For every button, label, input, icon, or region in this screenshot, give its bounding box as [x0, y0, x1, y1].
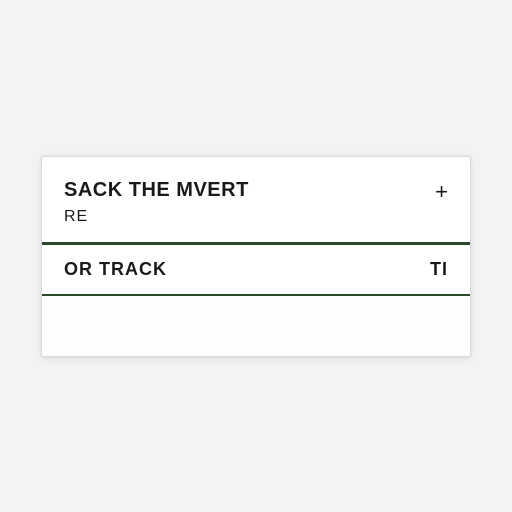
- header-title-line2: RE: [64, 208, 249, 226]
- card-body-spacer: [42, 296, 470, 356]
- card-header: SACK THE MVERT RE +: [42, 157, 470, 242]
- header-text-block: SACK THE MVERT RE: [64, 179, 249, 226]
- header-title-line1: SACK THE MVERT: [64, 179, 249, 202]
- row-label: OR TRACK: [64, 259, 167, 280]
- row-trailing: TI: [430, 259, 448, 280]
- track-row[interactable]: OR TRACK TI: [42, 245, 470, 294]
- card: SACK THE MVERT RE + OR TRACK TI: [41, 156, 471, 357]
- plus-icon[interactable]: +: [435, 179, 448, 203]
